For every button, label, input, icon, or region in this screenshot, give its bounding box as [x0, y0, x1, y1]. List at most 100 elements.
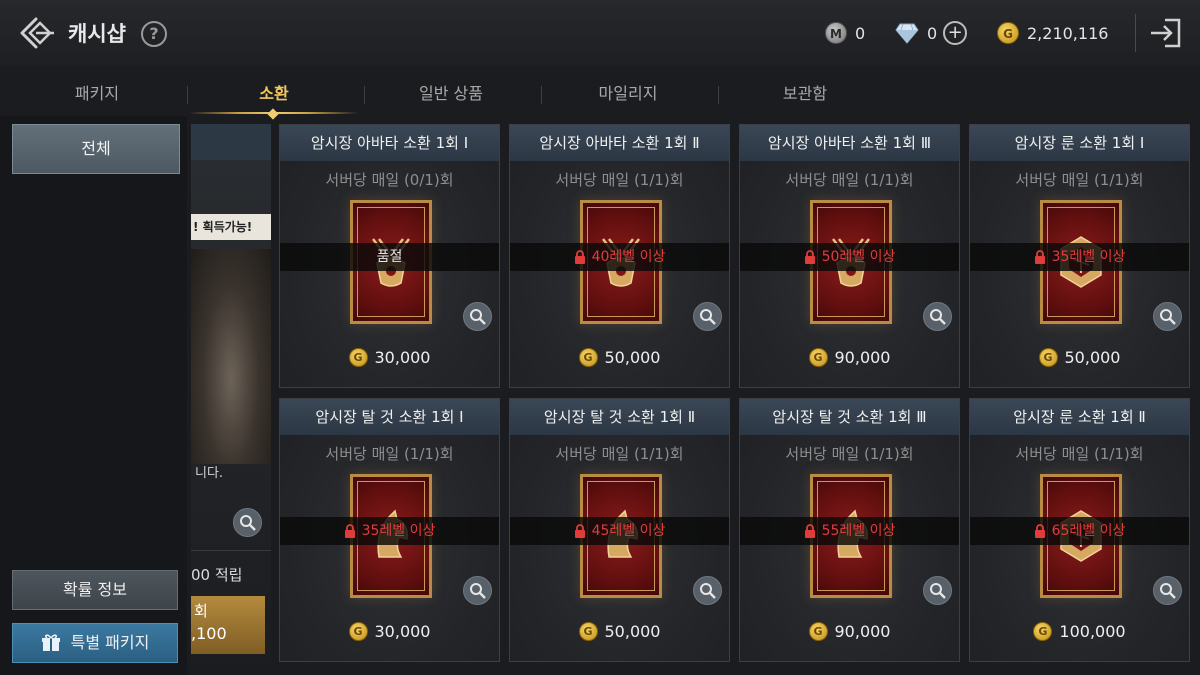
- gift-icon: [41, 634, 60, 651]
- magnifier-icon: [1160, 583, 1176, 599]
- banner-earn-text: 00 적립: [191, 566, 243, 584]
- preview-zoom-button[interactable]: [1153, 576, 1182, 605]
- price-button[interactable]: G 90,000: [740, 346, 959, 368]
- tab-mileage[interactable]: 마일리지: [543, 74, 713, 118]
- gold-coin-icon: G: [997, 22, 1019, 44]
- status-text: 35레벨 이상: [361, 523, 436, 539]
- product-card[interactable]: 암시장 탈 것 소환 1회 Ⅱ 서버당 매일 (1/1)회 45레벨 이상 G 50,0…: [509, 398, 730, 662]
- tab-summon[interactable]: 소환: [189, 74, 359, 120]
- price-button[interactable]: G 90,000: [740, 620, 959, 642]
- price-button[interactable]: G 50,000: [970, 346, 1189, 368]
- active-tab-indicator: [267, 108, 279, 120]
- tab-bar: 패키지 소환 일반 상품 마일리지 보관함: [0, 74, 900, 120]
- diamond-currency: 0 +: [895, 19, 968, 47]
- lock-icon: [574, 250, 585, 264]
- product-card[interactable]: 암시장 룬 소환 1회 Ⅱ 서버당 매일 (1/1)회 65레벨 이상 G 100,00…: [969, 398, 1190, 662]
- product-card[interactable]: 암시장 탈 것 소환 1회 Ⅲ 서버당 매일 (1/1)회 55레벨 이상 G 90,0…: [739, 398, 960, 662]
- gold-coin-icon: G: [808, 621, 828, 641]
- product-name: 암시장 룬 소환 1회 Ⅱ: [970, 399, 1189, 435]
- lock-icon: [344, 524, 355, 538]
- status-text: 50레벨 이상: [821, 249, 896, 265]
- preview-zoom-button[interactable]: [463, 576, 492, 605]
- preview-zoom-button[interactable]: [923, 576, 952, 605]
- tab-package[interactable]: 패키지: [12, 74, 182, 118]
- diamond-amount: 0: [927, 23, 938, 43]
- price-value: 90,000: [834, 621, 891, 641]
- probability-info-button[interactable]: 확률 정보: [12, 570, 178, 610]
- magnifier-icon: [470, 309, 486, 325]
- status-text: 35레벨 이상: [1051, 249, 1126, 265]
- product-name: 암시장 탈 것 소환 1회 Ⅱ: [510, 399, 729, 435]
- add-diamond-button[interactable]: +: [943, 21, 968, 45]
- banner-buy-label: 회: [194, 602, 208, 620]
- product-name: 암시장 아바타 소환 1회 Ⅱ: [510, 125, 729, 161]
- purchase-limit: 서버당 매일 (1/1)회: [555, 171, 684, 189]
- gold-coin-icon: G: [1038, 347, 1058, 367]
- preview-zoom-button[interactable]: [463, 302, 492, 331]
- price-value: 100,000: [1059, 621, 1126, 641]
- gold-coin-icon: G: [578, 621, 598, 641]
- price-button[interactable]: G 100,000: [970, 620, 1189, 642]
- product-name: 암시장 아바타 소환 1회 Ⅰ: [280, 125, 499, 161]
- purchase-limit: 서버당 매일 (1/1)회: [1015, 445, 1144, 463]
- tab-label: 일반 상품: [419, 84, 483, 103]
- product-name: 암시장 아바타 소환 1회 Ⅲ: [740, 125, 959, 161]
- magnifier-icon: [700, 583, 716, 599]
- product-card[interactable]: 암시장 아바타 소환 1회 Ⅰ 서버당 매일 (0/1)회 품절 G 30,000: [279, 124, 500, 388]
- preview-zoom-button[interactable]: [693, 302, 722, 331]
- preview-zoom-button[interactable]: [693, 576, 722, 605]
- price-value: 50,000: [1064, 347, 1121, 367]
- product-card[interactable]: 암시장 탈 것 소환 1회 Ⅰ 서버당 매일 (1/1)회 35레벨 이상 G 30,0…: [279, 398, 500, 662]
- tab-label: 패키지: [74, 84, 120, 103]
- gold-coin-icon: G: [348, 621, 368, 641]
- lock-icon: [1034, 250, 1045, 264]
- status-text: 40레벨 이상: [591, 249, 666, 265]
- tab-label: 보관함: [782, 84, 828, 103]
- gold-coin-icon: G: [808, 347, 828, 367]
- gold-amount: 2,210,116: [1027, 23, 1109, 43]
- magnifier-icon: [930, 309, 946, 325]
- tab-general-items[interactable]: 일반 상품: [366, 74, 536, 118]
- magnifier-icon: [470, 583, 486, 599]
- tab-separator: [718, 86, 719, 104]
- price-value: 50,000: [604, 347, 661, 367]
- exit-button[interactable]: [1145, 14, 1185, 52]
- featured-banner[interactable]: ! 획득가능! 니다. 00 적립 회 ,100: [191, 124, 271, 664]
- purchase-limit: 서버당 매일 (1/1)회: [785, 171, 914, 189]
- top-bar: 캐시샵 ? M 0 0 + G 2,210,116: [0, 0, 1200, 66]
- sidebar: 전체 확률 정보 특별 패키지: [0, 116, 187, 675]
- mileage-currency: M 0: [825, 19, 865, 47]
- price-value: 90,000: [834, 347, 891, 367]
- level-lock-badge: 35레벨 이상: [280, 517, 499, 545]
- tab-label: 마일리지: [598, 84, 658, 103]
- banner-divider: [191, 550, 271, 551]
- price-value: 30,000: [374, 621, 431, 641]
- price-value: 50,000: [604, 621, 661, 641]
- special-package-button[interactable]: 특별 패키지: [12, 623, 178, 663]
- product-card[interactable]: 암시장 룬 소환 1회 Ⅰ 서버당 매일 (1/1)회 35레벨 이상 G 50,000: [969, 124, 1190, 388]
- level-lock-badge: 45레벨 이상: [510, 517, 729, 545]
- gold-coin-icon: G: [1033, 621, 1053, 641]
- price-button[interactable]: G 50,000: [510, 620, 729, 642]
- sidebar-item-all[interactable]: 전체: [12, 124, 180, 174]
- product-name: 암시장 탈 것 소환 1회 Ⅰ: [280, 399, 499, 435]
- product-card[interactable]: 암시장 아바타 소환 1회 Ⅲ 서버당 매일 (1/1)회 50레벨 이상 G 90,0…: [739, 124, 960, 388]
- banner-buy-button[interactable]: 회 ,100: [191, 596, 265, 654]
- banner-buy-price: ,100: [191, 624, 227, 643]
- tab-separator: [187, 86, 188, 104]
- price-button[interactable]: G 50,000: [510, 346, 729, 368]
- preview-zoom-button[interactable]: [923, 302, 952, 331]
- tab-storage[interactable]: 보관함: [720, 74, 890, 118]
- level-lock-badge: 65레벨 이상: [970, 517, 1189, 545]
- help-icon[interactable]: ?: [141, 21, 167, 47]
- magnifier-icon: [240, 515, 256, 531]
- mileage-amount: 0: [855, 23, 866, 43]
- price-button[interactable]: G 30,000: [280, 620, 499, 642]
- magnifier-icon: [930, 583, 946, 599]
- banner-zoom-button[interactable]: [233, 508, 262, 537]
- product-card[interactable]: 암시장 아바타 소환 1회 Ⅱ 서버당 매일 (1/1)회 40레벨 이상 G 50,0…: [509, 124, 730, 388]
- price-button[interactable]: G 30,000: [280, 346, 499, 368]
- preview-zoom-button[interactable]: [1153, 302, 1182, 331]
- back-button[interactable]: [18, 14, 58, 52]
- purchase-limit: 서버당 매일 (0/1)회: [325, 171, 454, 189]
